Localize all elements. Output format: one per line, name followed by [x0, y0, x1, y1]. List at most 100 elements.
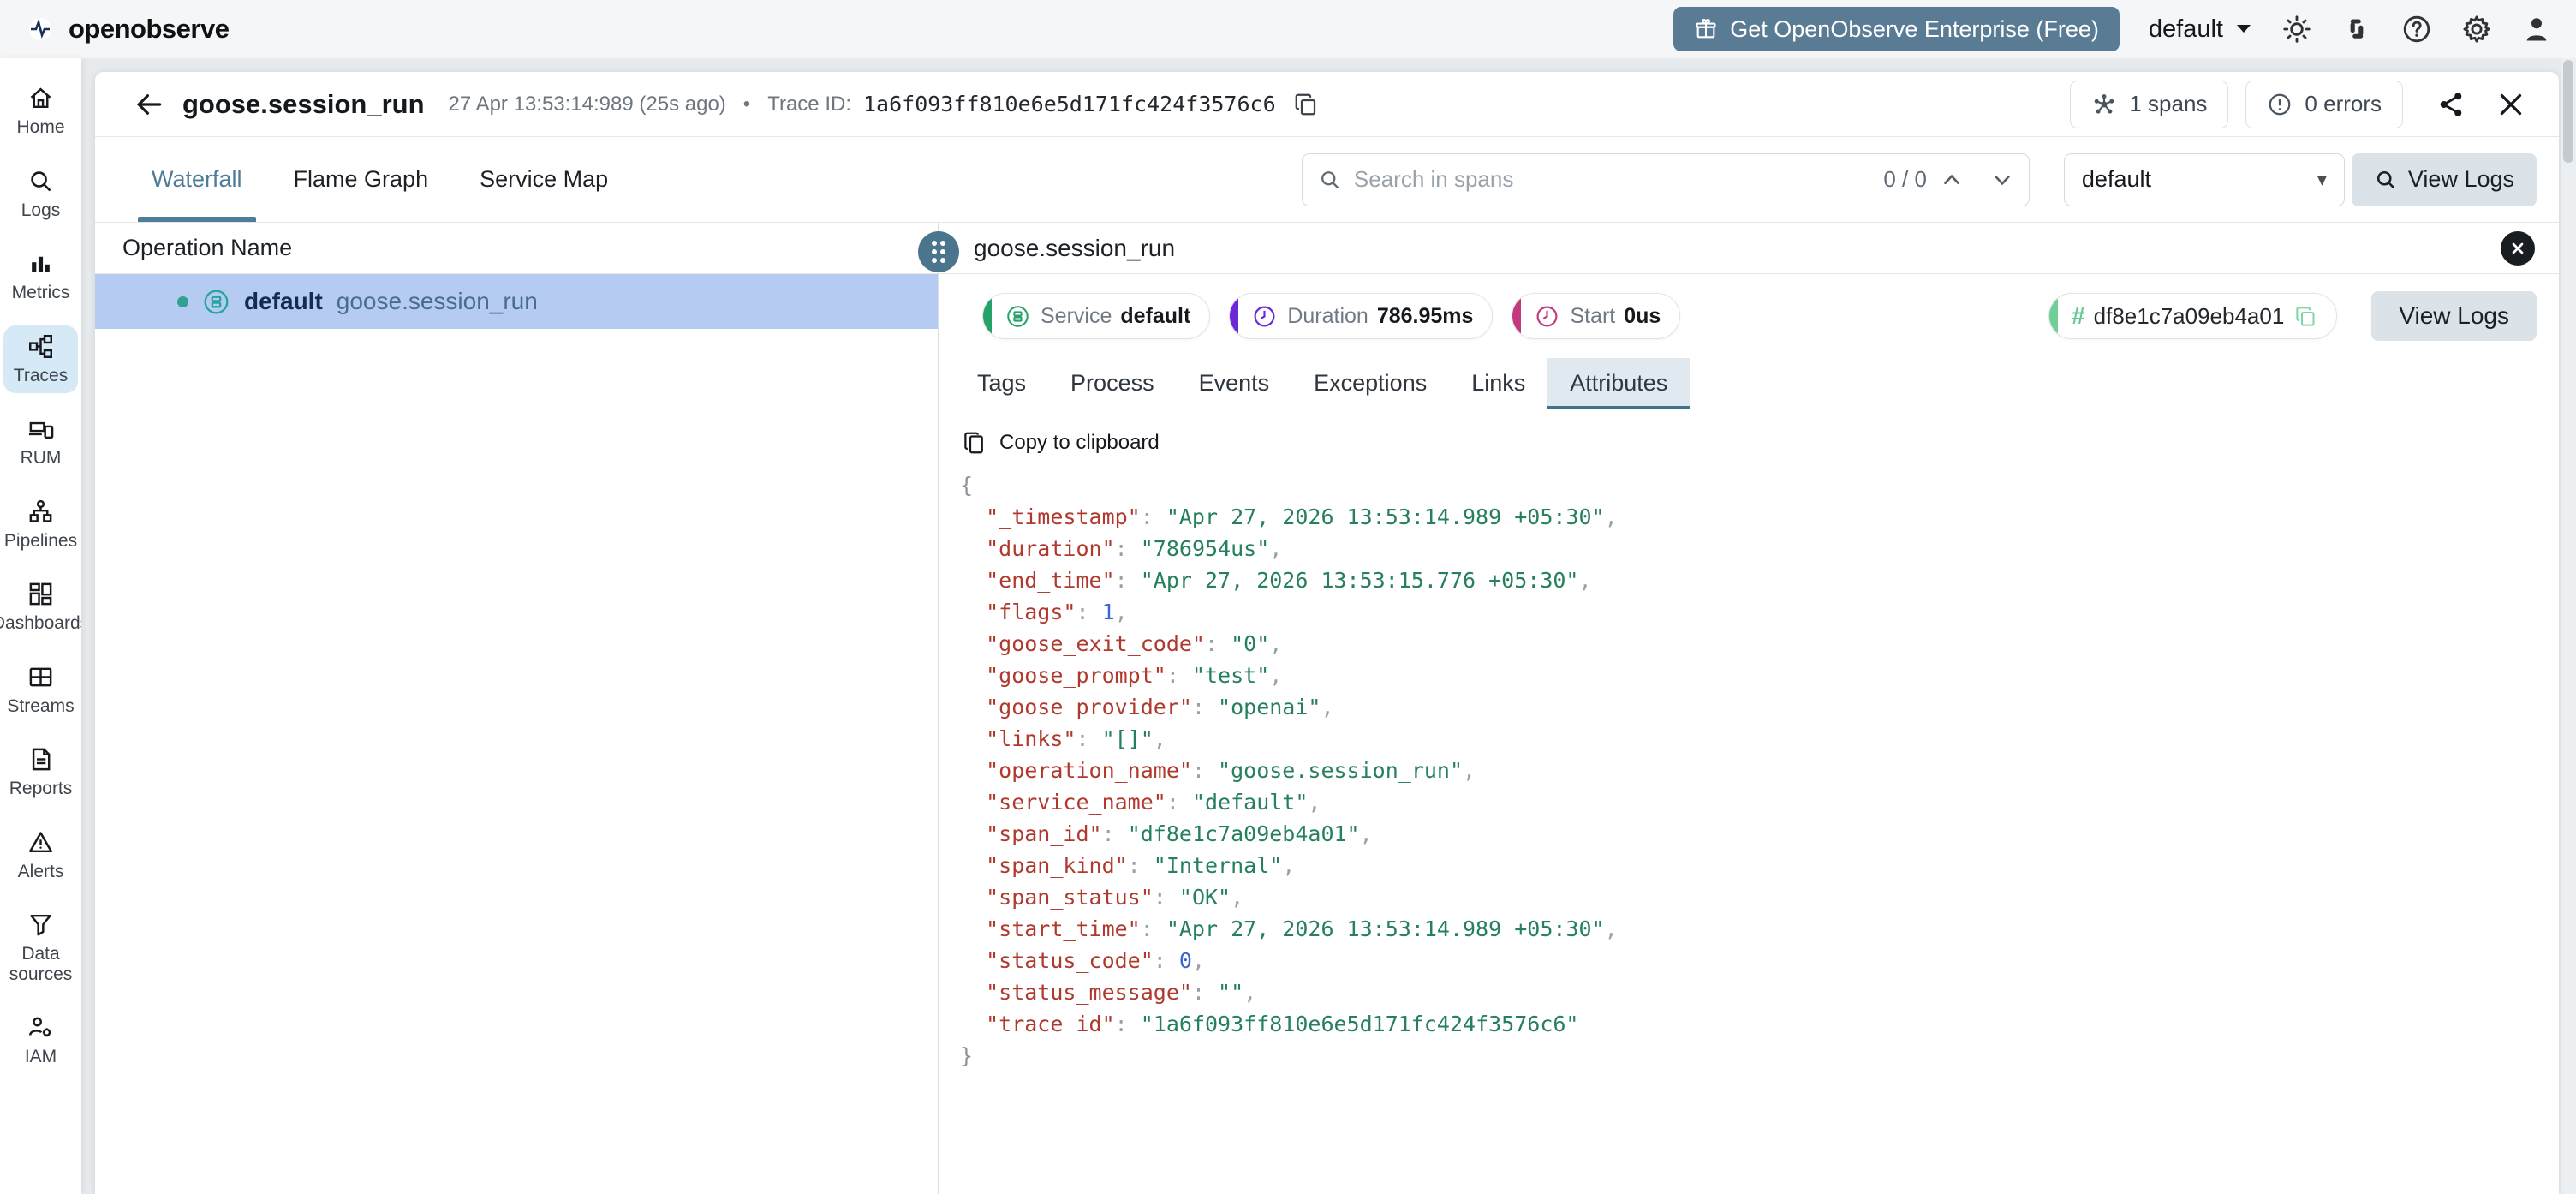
settings-gear-icon[interactable] [2461, 14, 2492, 45]
errors-count-label: 0 errors [2305, 91, 2382, 116]
operation-name-header: Operation Name [95, 223, 938, 274]
tab-flame-graph[interactable]: Flame Graph [268, 137, 455, 222]
close-icon [2512, 242, 2524, 254]
tab-process[interactable]: Process [1048, 358, 1177, 409]
sidebar-item-traces[interactable]: Traces [3, 325, 78, 394]
sidebar-item-pipelines[interactable]: Pipelines [3, 491, 78, 559]
org-selector[interactable]: default [2149, 15, 2252, 44]
trace-id-label: Trace ID: [767, 92, 851, 116]
sidebar-item-label: Dashboards [0, 613, 81, 634]
span-meta-badges: Service default Duration 786.95ms Start … [939, 274, 2559, 355]
data-sources-funnel-icon [30, 915, 51, 936]
enterprise-button-label: Get OpenObserve Enterprise (Free) [1730, 15, 2099, 42]
main-row: Home Logs Metrics Traces RUM Pipelines a… [0, 58, 2576, 1194]
previous-match-icon[interactable] [1939, 167, 1965, 193]
sidebar-item-label: Alerts [17, 861, 64, 881]
clock-icon [1254, 306, 1275, 326]
stream-selector-value: default [2081, 166, 2151, 192]
duration-badge: Duration 786.95ms [1229, 293, 1494, 339]
sidebar-item-streams[interactable]: Streams [3, 656, 78, 725]
json-line: "trace_id": "1a6f093ff810e6e5d171fc424f3… [960, 1012, 1579, 1036]
sidebar-item-iam[interactable]: IAM [3, 1006, 78, 1075]
tab-tags[interactable]: Tags [955, 358, 1048, 409]
view-logs-button[interactable]: View Logs [2351, 152, 2537, 206]
scrollbar-thumb[interactable] [2563, 60, 2573, 163]
share-icon[interactable] [2436, 89, 2466, 120]
next-match-icon[interactable] [1989, 167, 2015, 193]
json-line: "span_id": "df8e1c7a09eb4a01", [960, 821, 1373, 846]
drag-dots-icon [932, 241, 945, 263]
span-detail-pane: goose.session_run Service default Durati… [939, 223, 2559, 1194]
json-line: "span_kind": "Internal", [960, 853, 1296, 878]
span-search-input[interactable] [1353, 166, 1872, 193]
tab-links[interactable]: Links [1449, 358, 1547, 409]
tab-exceptions[interactable]: Exceptions [1291, 358, 1449, 409]
copy-to-clipboard-button[interactable]: Copy to clipboard [939, 409, 1160, 464]
sidebar-item-label: RUM [20, 448, 62, 469]
brand[interactable]: openobserve [22, 11, 230, 47]
sidebar-item-label: IAM [24, 1047, 57, 1067]
chevron-down-icon: ▾ [2317, 168, 2327, 190]
sidebar-item-rum[interactable]: RUM [3, 408, 78, 476]
sidebar-item-dashboards[interactable]: Dashboards [0, 573, 81, 642]
tab-attributes[interactable]: Attributes [1547, 358, 1690, 409]
sidebar-item-metrics[interactable]: Metrics [3, 242, 78, 311]
sidebar-item-reports[interactable]: Reports [3, 738, 78, 807]
span-view-logs-button[interactable]: View Logs [2371, 291, 2537, 341]
traces-tree-icon [29, 334, 52, 358]
back-arrow-icon[interactable] [133, 88, 165, 121]
alerts-warning-icon [29, 831, 52, 852]
copy-trace-id-icon[interactable] [1293, 92, 1319, 117]
tab-events[interactable]: Events [1177, 358, 1292, 409]
pane-resize-handle[interactable] [918, 231, 959, 272]
span-detail-title: goose.session_run [974, 234, 1176, 261]
span-service-name: default [244, 288, 323, 314]
stream-selector[interactable]: default ▾ [2063, 152, 2345, 206]
pipelines-flow-icon [29, 499, 52, 522]
json-line: "goose_prompt": "test", [960, 663, 1283, 688]
home-icon [30, 87, 51, 109]
dashboards-icon [29, 582, 52, 606]
spans-count-label: 1 spans [2129, 91, 2208, 116]
slack-icon[interactable] [2341, 14, 2372, 45]
span-row-selected[interactable]: default goose.session_run [95, 274, 938, 329]
service-icon [204, 290, 229, 313]
span-id-value: df8e1c7a09eb4a01 [2093, 302, 2285, 329]
sidebar-item-data-sources[interactable]: Data sources [3, 904, 78, 992]
user-profile-icon[interactable] [2521, 14, 2552, 45]
start-badge: Start 0us [1512, 293, 1681, 339]
trace-id-value: 1a6f093ff810e6e5d171fc424f3576c6 [862, 92, 1276, 116]
json-line: "service_name": "default", [960, 790, 1321, 815]
sidebar-item-label: Data sources [9, 944, 73, 984]
json-line: "links": "[]", [960, 726, 1166, 751]
duration-badge-bar [1230, 294, 1239, 338]
trace-toolbar: Waterfall Flame Graph Service Map 0 / 0 [95, 137, 2559, 223]
close-span-detail-button[interactable] [2501, 230, 2535, 266]
copy-span-id-icon[interactable] [2294, 305, 2317, 328]
span-list-pane: Operation Name default goose.session_run [95, 223, 959, 1194]
start-badge-value: 0us [1624, 303, 1661, 328]
sidebar-item-label: Metrics [11, 283, 70, 303]
close-trace-icon[interactable] [2496, 89, 2526, 120]
sidebar-item-home[interactable]: Home [3, 77, 78, 146]
vertical-scrollbar[interactable] [2561, 58, 2576, 1194]
json-line: "goose_provider": "openai", [960, 695, 1334, 719]
json-line: "start_time": "Apr 27, 2026 13:53:14.989… [960, 916, 1618, 941]
tab-waterfall[interactable]: Waterfall [126, 137, 268, 222]
sidebar-item-label: Streams [7, 696, 75, 716]
openobserve-logo-icon [22, 11, 58, 47]
service-badge-bar [983, 294, 992, 338]
sidebar-item-label: Home [16, 117, 65, 137]
sidebar-item-label: Traces [13, 365, 69, 385]
attributes-json-block: { "_timestamp": "Apr 27, 2026 13:53:14.9… [939, 464, 2559, 1089]
sidebar-item-logs[interactable]: Logs [3, 160, 78, 229]
sidebar-item-alerts[interactable]: Alerts [3, 821, 78, 890]
enterprise-button[interactable]: Get OpenObserve Enterprise (Free) [1673, 7, 2120, 51]
help-icon[interactable] [2401, 14, 2432, 45]
tab-service-map[interactable]: Service Map [454, 137, 634, 222]
span-detail-header: goose.session_run [939, 223, 2559, 274]
json-line: "operation_name": "goose.session_run", [960, 758, 1476, 783]
light-mode-icon[interactable] [2281, 14, 2312, 45]
logs-search-icon [31, 170, 51, 191]
view-tabs: Waterfall Flame Graph Service Map [126, 137, 634, 222]
